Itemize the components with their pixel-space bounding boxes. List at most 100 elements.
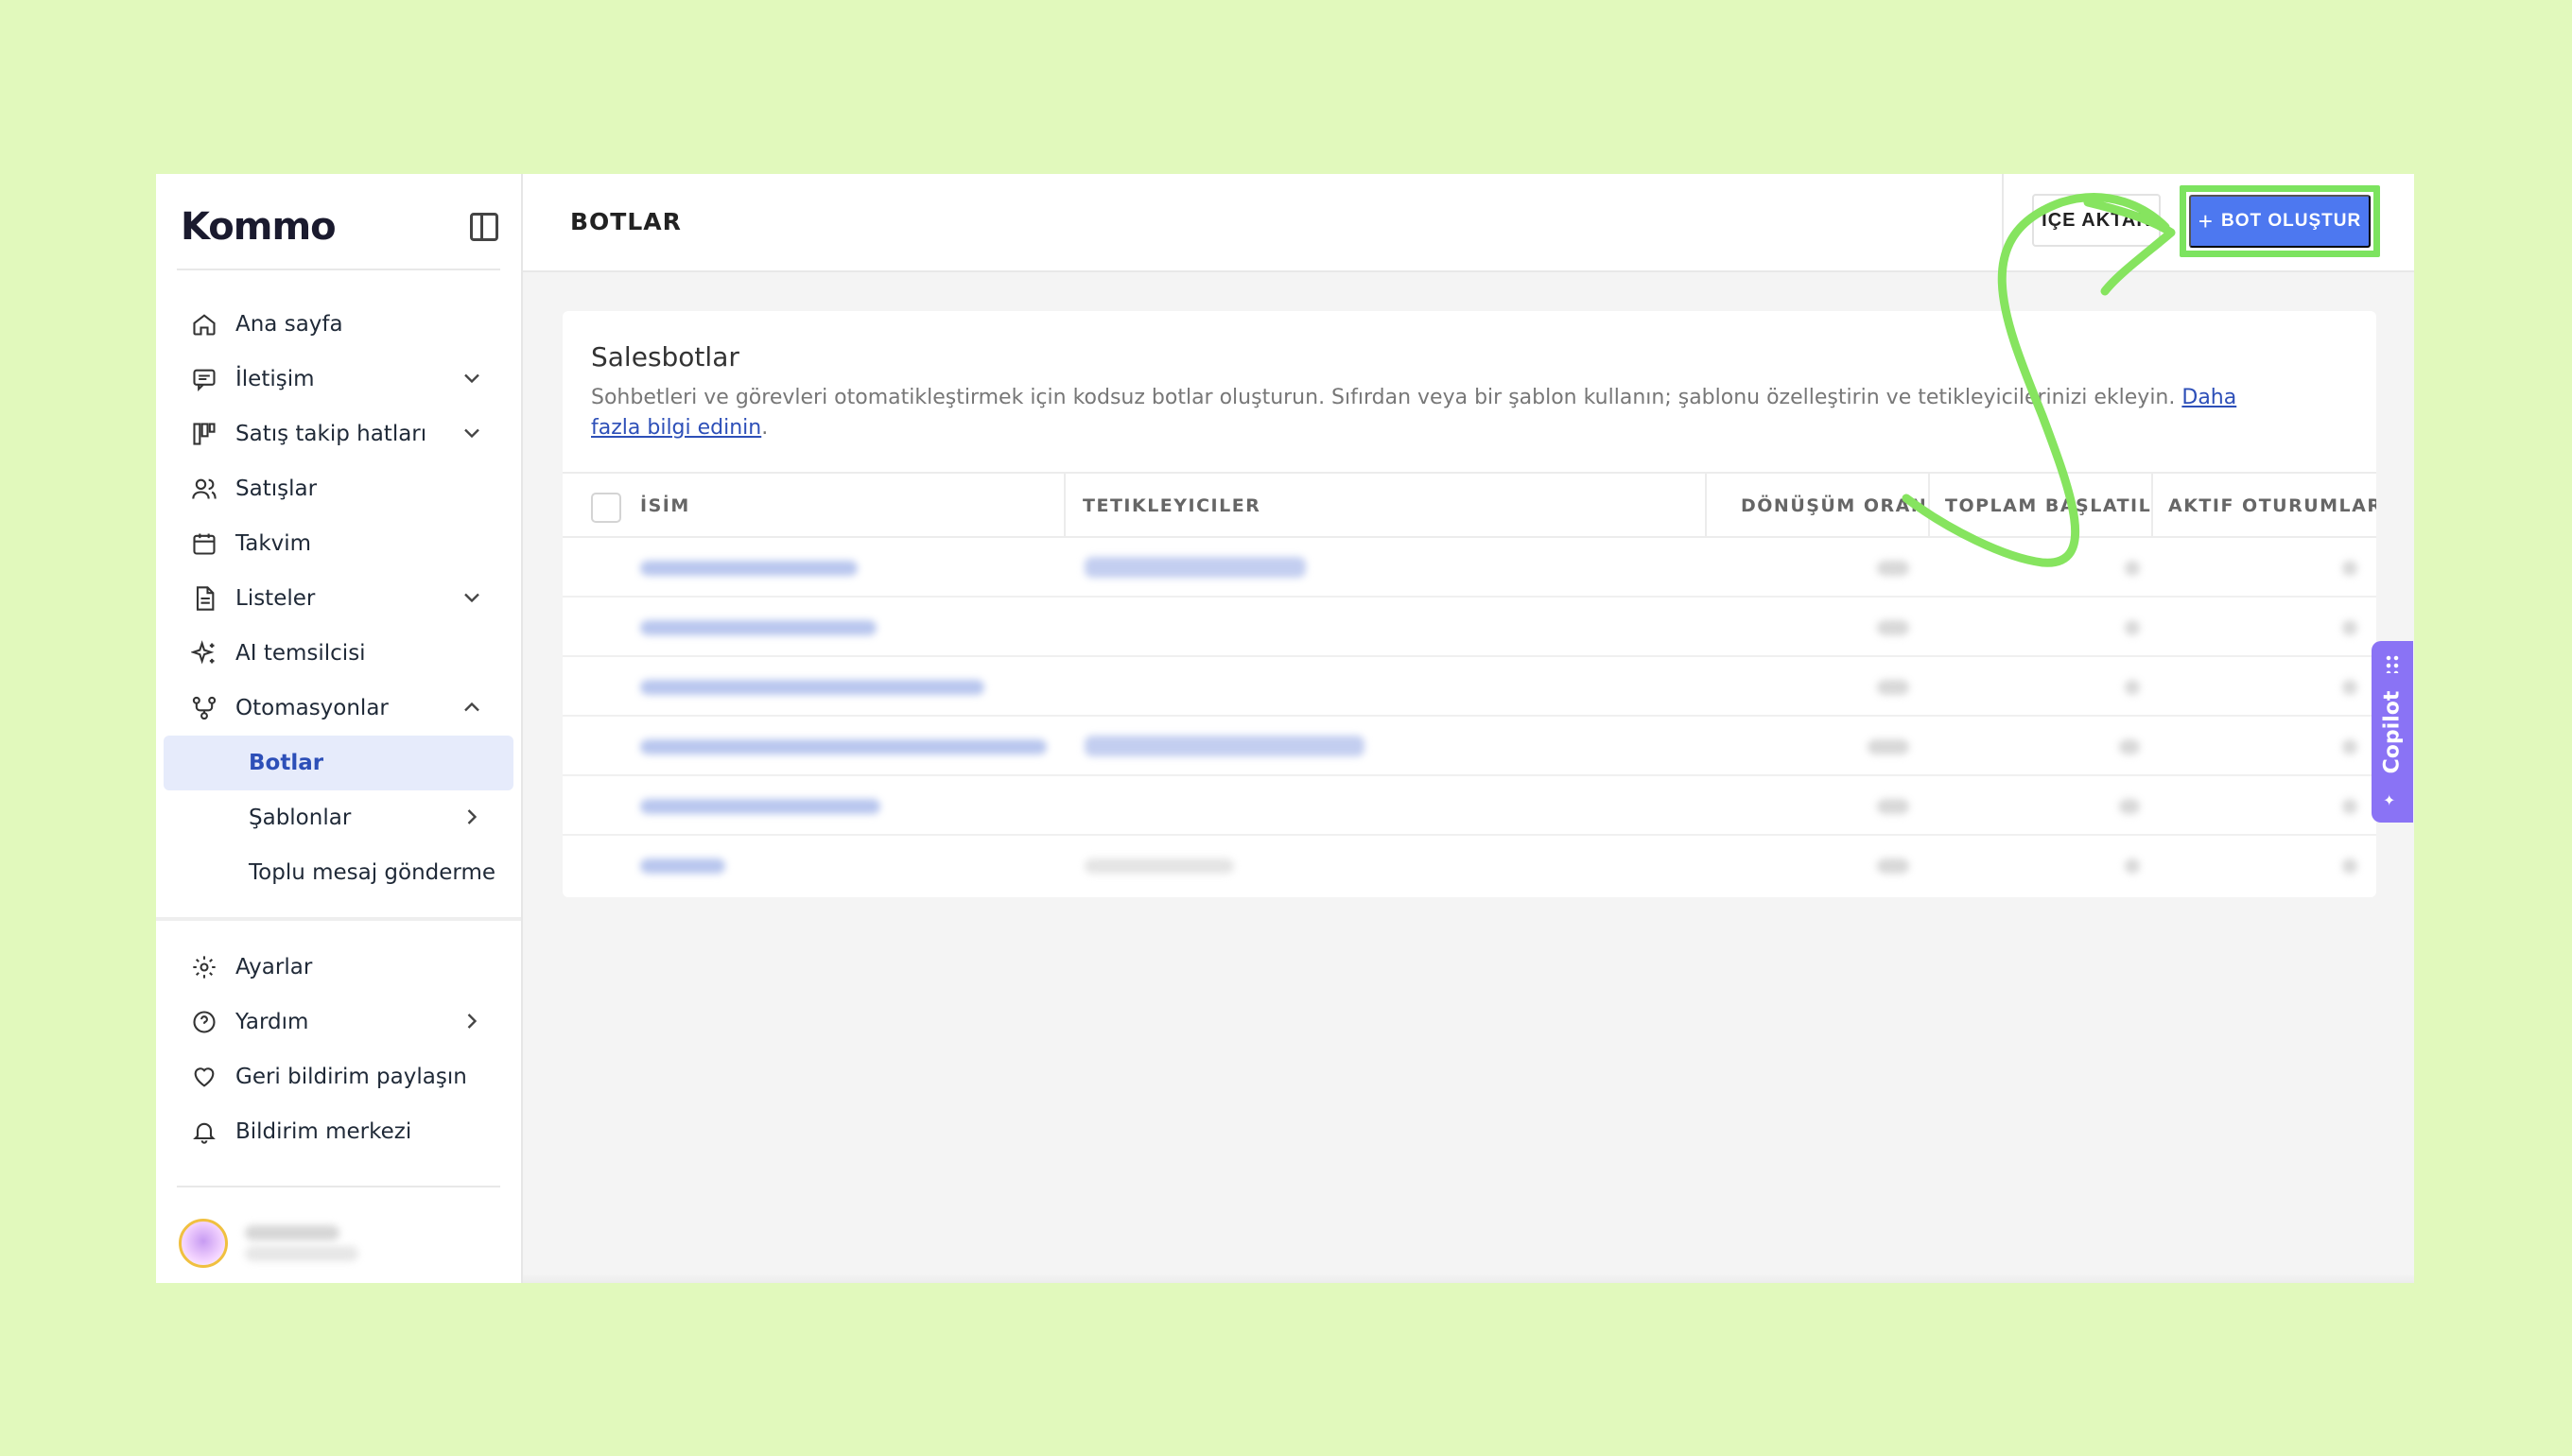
sidebar-item-home[interactable]: Ana sayfa bbox=[164, 297, 513, 352]
divider bbox=[177, 1186, 500, 1187]
value-blurred bbox=[1868, 739, 1909, 754]
card-description: Sohbetleri ve görevleri otomatikleştirme… bbox=[591, 383, 2274, 443]
salesbots-card: Salesbotlar Sohbetleri ve görevleri otom… bbox=[563, 311, 2376, 897]
column-label: İSİM bbox=[640, 495, 690, 516]
value-blurred bbox=[2342, 858, 2357, 874]
sidebar-header: Kommo bbox=[181, 199, 498, 255]
column-triggers[interactable]: TETIKLEYICILER bbox=[1066, 474, 1707, 538]
trigger-empty-blurred bbox=[1085, 858, 1234, 874]
table-row[interactable] bbox=[563, 776, 2376, 836]
column-label: TOPLAM BAŞLATILAN bbox=[1945, 495, 2152, 516]
description-text: Sohbetleri ve görevleri otomatikleştirme… bbox=[591, 386, 2176, 409]
chevron-down-icon[interactable] bbox=[459, 584, 485, 611]
value-blurred bbox=[2125, 858, 2140, 874]
bottom-shadow bbox=[523, 1274, 2414, 1283]
divider bbox=[177, 269, 500, 270]
column-label: TETIKLEYICILER bbox=[1083, 495, 1261, 516]
select-all-checkbox[interactable] bbox=[591, 493, 621, 523]
bot-name-blurred[interactable] bbox=[640, 799, 880, 814]
bot-name-blurred[interactable] bbox=[640, 739, 1047, 754]
bot-name-blurred[interactable] bbox=[640, 561, 858, 576]
page-header: BOTLAR İÇE AKTAR + BOT OLUŞTUR bbox=[523, 174, 2414, 272]
sidebar-item-automations[interactable]: Otomasyonlar bbox=[164, 681, 513, 736]
create-bot-label: BOT OLUŞTUR bbox=[2220, 211, 2362, 231]
sidebar-item-label: Ana sayfa bbox=[235, 312, 343, 337]
sidebar-item-sales[interactable]: Satışlar bbox=[164, 461, 513, 516]
bot-name-blurred[interactable] bbox=[640, 620, 877, 635]
user-info-blurred bbox=[245, 1220, 358, 1267]
bots-table: İSİM TETIKLEYICILER DÖNÜŞÜM ORANI TOPLAM… bbox=[563, 472, 2376, 895]
column-label: DÖNÜŞÜM ORANI bbox=[1741, 495, 1930, 516]
sidebar-item-label: Satışlar bbox=[235, 477, 318, 501]
column-name[interactable]: İSİM bbox=[563, 474, 1066, 538]
avatar[interactable] bbox=[179, 1219, 228, 1268]
sidebar-item-label: Satış takip hatları bbox=[235, 422, 427, 446]
bottom-nav: Ayarlar Yardım Geri bildirim paylaşın Bi… bbox=[156, 940, 521, 1159]
table-row[interactable] bbox=[563, 598, 2376, 657]
create-bot-button[interactable]: + BOT OLUŞTUR bbox=[2189, 195, 2371, 248]
sidebar-item-label: Toplu mesaj gönderme bbox=[249, 860, 496, 885]
sidebar-item-notifications[interactable]: Bildirim merkezi bbox=[164, 1104, 513, 1159]
sidebar-subitem-bots[interactable]: Botlar bbox=[164, 736, 513, 790]
gear-icon bbox=[190, 953, 218, 981]
trigger-tag-blurred bbox=[1085, 736, 1364, 756]
table-header: İSİM TETIKLEYICILER DÖNÜŞÜM ORANI TOPLAM… bbox=[563, 472, 2376, 538]
bot-name-blurred[interactable] bbox=[640, 680, 984, 695]
chevron-right-icon[interactable] bbox=[459, 1008, 485, 1034]
value-blurred bbox=[1877, 561, 1909, 576]
trigger-tag-blurred bbox=[1085, 557, 1306, 578]
column-total-started[interactable]: TOPLAM BAŞLATILAN bbox=[1930, 474, 2153, 538]
kommo-logo: Kommo bbox=[181, 205, 337, 249]
sidebar-subitem-broadcast[interactable]: Toplu mesaj gönderme bbox=[164, 845, 513, 900]
sidebar-item-communication[interactable]: İletişim bbox=[164, 352, 513, 407]
main-nav: Ana sayfa İletişim Satış takip hatları S… bbox=[156, 297, 521, 900]
sidebar-subitem-templates[interactable]: Şablonlar bbox=[164, 790, 513, 845]
value-blurred bbox=[1877, 858, 1909, 874]
description-suffix: . bbox=[761, 416, 769, 440]
sidebar-item-label: Otomasyonlar bbox=[235, 696, 389, 720]
chevron-right-icon[interactable] bbox=[459, 804, 485, 830]
sidebar-item-ai-agent[interactable]: AI temsilcisi bbox=[164, 626, 513, 681]
sidebar-item-help[interactable]: Yardım bbox=[164, 995, 513, 1049]
calendar-icon bbox=[190, 529, 218, 558]
users-icon bbox=[190, 475, 218, 503]
table-row[interactable] bbox=[563, 657, 2376, 717]
sidebar-item-label: İletişim bbox=[235, 367, 315, 391]
chat-icon bbox=[190, 365, 218, 393]
column-conversion[interactable]: DÖNÜŞÜM ORANI bbox=[1707, 474, 1930, 538]
copilot-tab[interactable]: Copilot ✦ bbox=[2372, 641, 2413, 823]
sidebar-item-label: AI temsilcisi bbox=[235, 641, 366, 666]
chevron-down-icon[interactable] bbox=[459, 420, 485, 446]
sidebar-item-lists[interactable]: Listeler bbox=[164, 571, 513, 626]
sidebar-item-label: Yardım bbox=[235, 1010, 309, 1034]
sidebar-item-feedback[interactable]: Geri bildirim paylaşın bbox=[164, 1049, 513, 1104]
sidebar-item-label: Ayarlar bbox=[235, 955, 313, 979]
value-blurred bbox=[2125, 561, 2140, 576]
sidebar-item-settings[interactable]: Ayarlar bbox=[164, 940, 513, 995]
value-blurred bbox=[2119, 739, 2140, 754]
sidebar-item-label: Takvim bbox=[235, 531, 312, 556]
drag-handle-icon[interactable] bbox=[2385, 654, 2400, 673]
value-blurred bbox=[2125, 620, 2140, 635]
chevron-up-icon[interactable] bbox=[459, 694, 485, 720]
column-active-sessions[interactable]: AKTIF OTURUMLAR bbox=[2153, 474, 2376, 538]
sidebar-item-label: Bildirim merkezi bbox=[235, 1119, 412, 1144]
document-icon bbox=[190, 584, 218, 613]
page-title: BOTLAR bbox=[570, 208, 682, 235]
sidebar-item-calendar[interactable]: Takvim bbox=[164, 516, 513, 571]
help-icon bbox=[190, 1008, 218, 1036]
bot-name-blurred[interactable] bbox=[640, 858, 725, 874]
table-row[interactable] bbox=[563, 717, 2376, 776]
table-row[interactable] bbox=[563, 836, 2376, 895]
sidebar-item-pipelines[interactable]: Satış takip hatları bbox=[164, 407, 513, 461]
chevron-down-icon[interactable] bbox=[459, 365, 485, 391]
table-row[interactable] bbox=[563, 538, 2376, 598]
sidebar-toggle-icon[interactable] bbox=[470, 213, 498, 241]
card-title: Salesbotlar bbox=[591, 341, 739, 373]
sidebar: Kommo Ana sayfa İletişim Satış takip hat… bbox=[156, 174, 523, 1283]
user-profile[interactable] bbox=[179, 1219, 358, 1268]
pipeline-icon bbox=[190, 420, 218, 448]
value-blurred bbox=[1877, 799, 1909, 814]
home-icon bbox=[190, 310, 218, 338]
import-button[interactable]: İÇE AKTAR bbox=[2032, 194, 2161, 247]
